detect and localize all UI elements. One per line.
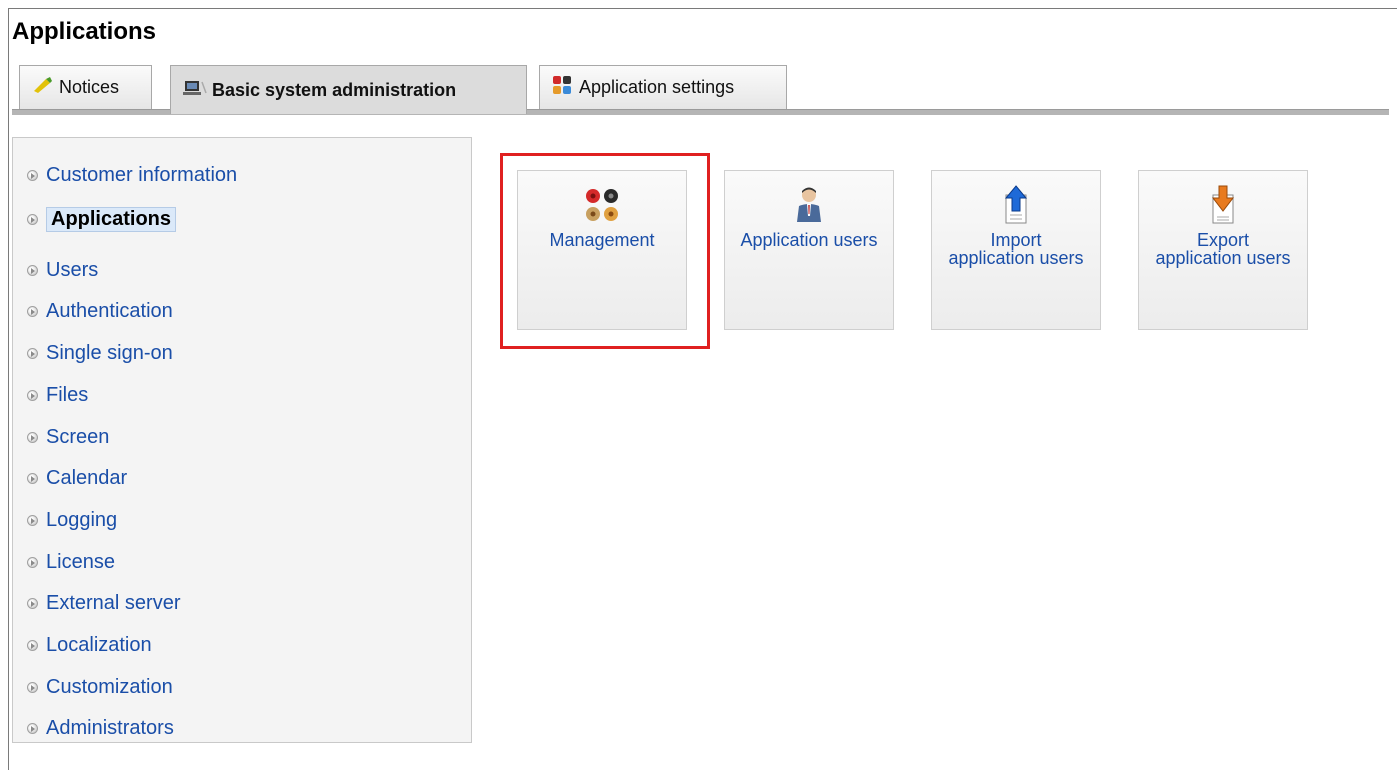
bullet-icon — [27, 305, 38, 317]
bullet-icon — [27, 514, 38, 526]
sidebar-item-screen[interactable]: Screen — [27, 422, 109, 452]
bullet-icon — [27, 681, 38, 693]
export-application-users-card[interactable]: Export application users — [1138, 170, 1308, 330]
sidebar-item-calendar[interactable]: Calendar — [27, 463, 127, 493]
sidebar-item-external-server[interactable]: External server — [27, 588, 181, 618]
management-icon — [584, 183, 620, 227]
tab-bar: Notices Basic system administration Appl… — [12, 65, 1389, 117]
tab-label: Notices — [59, 77, 120, 97]
bullet-icon — [27, 597, 38, 609]
tab-notices[interactable]: Notices — [19, 65, 152, 109]
card-label: Import application users — [948, 230, 1084, 268]
card-label: Application users — [740, 230, 878, 250]
bullet-icon — [27, 431, 38, 443]
sidebar-item-users[interactable]: Users — [27, 255, 98, 285]
sidebar-item-administrators[interactable]: Administrators — [27, 713, 174, 743]
notices-icon — [32, 75, 54, 100]
application-users-card[interactable]: Application users — [724, 170, 894, 330]
sidebar-item-single-sign-on[interactable]: Single sign-on — [27, 338, 173, 368]
sidebar-item-license[interactable]: License — [27, 547, 115, 577]
card-label: Management — [549, 230, 655, 250]
card-label: Export application users — [1155, 230, 1291, 268]
computer-icon — [183, 79, 207, 102]
tab-application-settings[interactable]: Application settings — [539, 65, 787, 109]
management-card[interactable]: Management — [517, 170, 687, 330]
bullet-icon — [27, 264, 38, 276]
bullet-icon — [27, 556, 38, 568]
sidebar-menu: Customer information Applications Users … — [12, 137, 472, 743]
import-icon — [1002, 183, 1030, 227]
user-icon — [794, 183, 824, 227]
bullet-icon — [27, 722, 38, 734]
bullet-icon — [27, 472, 38, 484]
bullet-icon — [27, 639, 38, 651]
sidebar-item-localization[interactable]: Localization — [27, 630, 152, 660]
bullet-icon — [27, 389, 38, 401]
bullet-icon — [27, 347, 38, 359]
sidebar-item-applications[interactable]: Applications — [27, 204, 177, 234]
tab-label: Basic system administration — [212, 79, 457, 100]
sidebar-item-authentication[interactable]: Authentication — [27, 296, 173, 326]
sidebar-item-logging[interactable]: Logging — [27, 505, 117, 535]
tab-label: Application settings — [579, 77, 735, 97]
import-application-users-card[interactable]: Import application users — [931, 170, 1101, 330]
bullet-icon — [27, 213, 38, 225]
sidebar-item-customer-information[interactable]: Customer information — [27, 160, 237, 190]
export-icon — [1209, 183, 1237, 227]
bullet-icon — [27, 169, 38, 181]
sidebar-item-customization[interactable]: Customization — [27, 672, 173, 702]
main-content: Management Application users Import appl… — [482, 137, 1389, 743]
sidebar-item-files[interactable]: Files — [27, 380, 88, 410]
page-title: Applications — [12, 18, 157, 45]
app-settings-icon — [552, 75, 574, 100]
tab-basic-system-administration[interactable]: Basic system administration — [170, 65, 527, 114]
